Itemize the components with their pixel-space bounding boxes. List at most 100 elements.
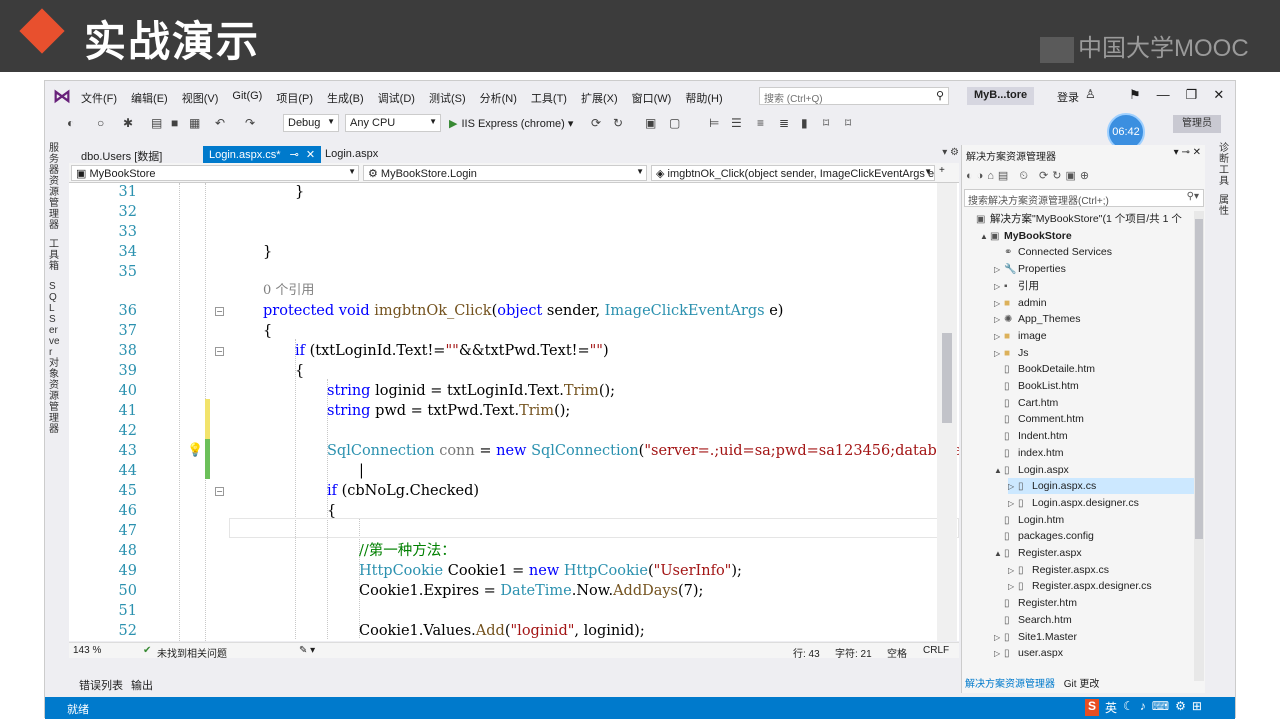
- tab-login-aspx[interactable]: Login.aspx: [319, 146, 384, 163]
- project-dropdown[interactable]: ▣ MyBookStore ▼: [71, 165, 359, 181]
- code-lens[interactable]: 0 个引用: [69, 281, 959, 301]
- align-icon[interactable]: ⊨: [709, 116, 719, 130]
- tree-item[interactable]: ▯ index.htm: [994, 445, 1064, 461]
- scrollbar-thumb[interactable]: [1195, 219, 1203, 539]
- menu-item[interactable]: 扩展(X): [581, 90, 618, 106]
- tree-item[interactable]: ▷ ■ admin: [994, 295, 1047, 311]
- tree-item[interactable]: ▣ 解决方案"MyBookStore"(1 个项目/共 1 个: [966, 211, 1182, 227]
- close-icon[interactable]: ✕: [306, 149, 315, 161]
- expand-arrow-icon[interactable]: ▷: [1008, 579, 1018, 595]
- expand-arrow-icon[interactable]: ▲: [994, 546, 1004, 562]
- editor-vertical-scrollbar[interactable]: [937, 183, 957, 641]
- tree-item[interactable]: ▷ ▯ Site1.Master: [994, 629, 1077, 645]
- tree-item[interactable]: ▷ ▯ Register.aspx.cs: [1008, 562, 1109, 578]
- platform-dropdown[interactable]: Any CPU ▼: [345, 114, 441, 132]
- expand-arrow-icon[interactable]: ▷: [994, 346, 1004, 362]
- member-dropdown[interactable]: ◈ imgbtnOk_Click(object sender, ImageCli…: [651, 165, 935, 181]
- sql-server-explorer-tab[interactable]: SQL Server 对象资源管理器: [49, 281, 61, 435]
- indent-icon[interactable]: ☰: [731, 116, 742, 130]
- tree-item[interactable]: ▷ ■ Js: [994, 345, 1029, 361]
- menu-item[interactable]: 调试(D): [378, 90, 415, 106]
- menu-item[interactable]: 窗口(W): [632, 90, 672, 106]
- search-input[interactable]: 搜索 (Ctrl+Q) ⚲: [759, 87, 949, 105]
- panel-options-icons[interactable]: ▾ ⊸ ✕: [1174, 147, 1201, 158]
- ime-logo-icon[interactable]: S: [1085, 699, 1100, 716]
- collapse-icon[interactable]: −: [215, 307, 224, 316]
- menu-item[interactable]: 文件(F): [81, 90, 117, 106]
- tab-solution-explorer[interactable]: 解决方案资源管理器: [965, 679, 1055, 690]
- tree-item[interactable]: ▯ Cart.htm: [994, 395, 1058, 411]
- tree-item[interactable]: ▲ ▯ Register.aspx: [994, 545, 1082, 561]
- tab-output[interactable]: 输出: [131, 677, 153, 693]
- menu-item[interactable]: 编辑(E): [131, 90, 168, 106]
- redo-icon[interactable]: ↷: [245, 116, 255, 130]
- minimize-icon[interactable]: —: [1157, 87, 1170, 103]
- diagnostics-tab[interactable]: 诊断工具: [1219, 143, 1231, 187]
- properties-tab[interactable]: 属性: [1219, 195, 1231, 217]
- config-dropdown[interactable]: Debug ▼: [283, 114, 339, 132]
- open-icon[interactable]: ▤: [151, 116, 162, 130]
- tree-item[interactable]: ▷ ■ image: [994, 328, 1047, 344]
- solution-explorer-toolbar[interactable]: ◐◑⌂▤ ⏲ ⟳↻▣⊕: [966, 169, 1093, 183]
- admin-button[interactable]: 管理员: [1173, 115, 1221, 133]
- hot-reload-icon[interactable]: ⟳: [591, 116, 601, 130]
- comment-icon[interactable]: ≡: [757, 116, 764, 130]
- solution-search-input[interactable]: 搜索解决方案资源管理器(Ctrl+;) ⚲▾: [964, 189, 1204, 207]
- keyboard-icon[interactable]: ⌨: [1152, 699, 1169, 716]
- tree-item[interactable]: ▷ ▯ Register.aspx.designer.cs: [1008, 578, 1152, 594]
- menu-item[interactable]: 视图(V): [182, 90, 219, 106]
- tree-item[interactable]: ▷ ▯ Login.aspx.designer.cs: [1008, 495, 1139, 511]
- forward-icon[interactable]: ○: [97, 116, 104, 130]
- code-editor[interactable]: 31} 32 33 34} 35 0 个引用 36− protected void…: [69, 183, 959, 641]
- menu-item[interactable]: 分析(N): [480, 90, 517, 106]
- refresh-icon[interactable]: ↻: [613, 116, 623, 130]
- tab-dbo-users[interactable]: dbo.Users [数据]: [75, 146, 168, 163]
- expand-arrow-icon[interactable]: ▷: [994, 296, 1004, 312]
- menu-item[interactable]: 生成(B): [327, 90, 364, 106]
- feedback-icon[interactable]: ⚑: [1129, 87, 1141, 103]
- tree-item[interactable]: ▯ BookDetaile.htm: [994, 361, 1095, 377]
- menu-item[interactable]: 项目(P): [276, 90, 313, 106]
- solution-scrollbar[interactable]: [1194, 211, 1204, 681]
- next-bookmark-icon[interactable]: ⌑: [845, 116, 851, 130]
- class-dropdown[interactable]: ⚙ MyBookStore.Login ▼: [363, 165, 647, 181]
- tree-item[interactable]: ▯ Login.htm: [994, 512, 1064, 528]
- expand-arrow-icon[interactable]: ▷: [994, 262, 1004, 278]
- prev-bookmark-icon[interactable]: ⌑: [823, 116, 829, 130]
- save-icon[interactable]: ■: [171, 116, 178, 130]
- tree-item[interactable]: ⚭ Connected Services: [994, 244, 1112, 260]
- expand-arrow-icon[interactable]: ▷: [994, 279, 1004, 295]
- server-explorer-tab[interactable]: 服务器资源管理器: [49, 143, 61, 231]
- tree-item[interactable]: ▯ Search.htm: [994, 612, 1072, 628]
- collapse-icon[interactable]: −: [215, 347, 224, 356]
- expand-arrow-icon[interactable]: ▷: [1008, 479, 1018, 495]
- tab-overflow-icons[interactable]: ▾ ⚙: [942, 147, 959, 158]
- tree-item[interactable]: ▯ Indent.htm: [994, 428, 1068, 444]
- moon-icon[interactable]: ☾: [1123, 699, 1134, 716]
- uncomment-icon[interactable]: ≣: [779, 116, 789, 130]
- zoom-level[interactable]: 143 %: [73, 645, 101, 656]
- tab-error-list[interactable]: 错误列表: [79, 677, 123, 693]
- tree-item[interactable]: ▷ ▯ Login.aspx.cs: [1008, 478, 1194, 495]
- tree-item[interactable]: ▯ Register.htm: [994, 595, 1077, 611]
- menu-item[interactable]: Git(G): [232, 90, 262, 106]
- expand-arrow-icon[interactable]: ▷: [994, 646, 1004, 662]
- tree-item[interactable]: ▯ BookList.htm: [994, 378, 1079, 394]
- expand-arrow-icon[interactable]: ▲: [980, 229, 990, 245]
- bookmark-icon[interactable]: ▮: [801, 116, 808, 130]
- tree-item[interactable]: ▲ ▯ Login.aspx: [994, 462, 1069, 478]
- expand-arrow-icon[interactable]: ▲: [994, 463, 1004, 479]
- microphone-icon[interactable]: ♪: [1140, 699, 1146, 716]
- settings-icon[interactable]: ⚙: [1175, 699, 1186, 716]
- tree-item[interactable]: ▷ ✺ App_Themes: [994, 311, 1080, 327]
- expand-arrow-icon[interactable]: ▷: [1008, 496, 1018, 512]
- issues-status[interactable]: 未找到相关问题: [157, 645, 227, 660]
- expand-arrow-icon[interactable]: ▷: [994, 329, 1004, 345]
- brush-icon[interactable]: ✎ ▾: [299, 645, 315, 656]
- scrollbar-thumb[interactable]: [942, 333, 952, 423]
- tree-item[interactable]: ▲ ▣ MyBookStore: [980, 228, 1072, 244]
- close-icon[interactable]: ✕: [1213, 87, 1224, 103]
- expand-arrow-icon[interactable]: ▷: [1008, 563, 1018, 579]
- toolbox-tab[interactable]: 工具箱: [49, 239, 61, 272]
- tree-item[interactable]: ▷ 🔧 Properties: [994, 261, 1066, 277]
